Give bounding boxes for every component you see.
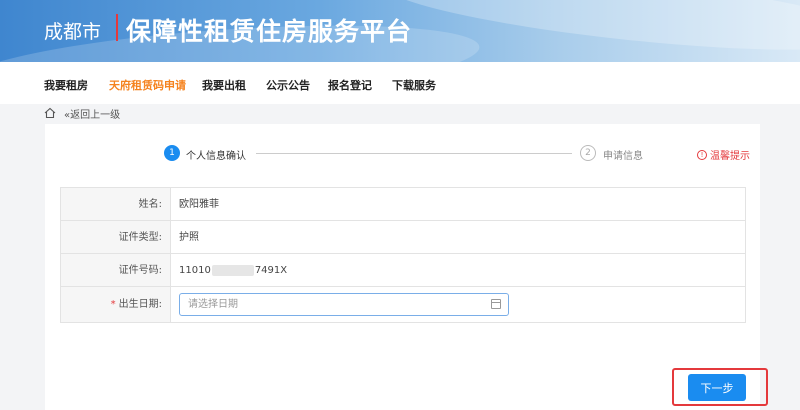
id-number-value: 11010 7491X [171,254,745,286]
nav-item-registration[interactable]: 报名登记 [328,77,372,93]
name-label: 姓名: [61,188,171,220]
personal-info-form: 姓名: 欧阳雅菲 证件类型: 护照 证件号码: 11010 7491X * 出生日… [60,187,746,323]
birth-date-label: * 出生日期: [61,287,171,322]
title-separator [116,14,118,41]
step-2-label: 申请信息 [603,151,643,162]
tip-link[interactable]: ! 温馨提示 [697,147,750,162]
step-1-number: 1 [164,145,180,161]
step-connector [256,153,572,154]
next-step-button[interactable]: 下一步 [688,374,746,401]
info-icon: ! [697,149,707,160]
id-type-label: 证件类型: [61,221,171,253]
breadcrumb: «返回上一级 [44,105,120,121]
id-number-label: 证件号码: [61,254,171,286]
name-value: 欧阳雅菲 [179,198,219,210]
main-nav: 我要租房 天府租赁码申请 我要出租 公示公告 报名登记 下载服务 [0,62,800,104]
birth-date-label-text: 出生日期: [118,299,162,310]
nav-item-rental-code-apply[interactable]: 天府租赁码申请 [109,77,186,93]
required-mark: * [110,299,116,310]
id-number-prefix: 11010 [179,264,211,276]
id-number-row: 证件号码: 11010 7491X [61,254,745,287]
platform-title: 保障性租赁住房服务平台 [126,17,413,46]
tip-label: 温馨提示 [710,151,750,162]
birth-date-placeholder: 请选择日期 [188,299,238,310]
birth-date-input[interactable]: 请选择日期 [179,293,509,316]
id-number-mask [211,264,254,276]
city-name: 成都市 [44,21,102,43]
nav-item-rent-house[interactable]: 我要租房 [44,77,88,93]
step-2-number: 2 [580,145,596,161]
id-type-value: 护照 [179,231,199,243]
back-link[interactable]: «返回上一级 [64,106,120,121]
name-row: 姓名: 欧阳雅菲 [61,188,745,221]
calendar-icon[interactable] [491,299,501,309]
id-number-suffix: 7491X [254,264,288,276]
home-icon[interactable] [44,107,56,119]
step-1-label: 个人信息确认 [186,151,246,162]
header-banner: 成都市 保障性租赁住房服务平台 [0,0,800,62]
nav-item-lease-out[interactable]: 我要出租 [202,77,246,93]
birth-date-row: * 出生日期: 请选择日期 [61,287,745,322]
nav-item-downloads[interactable]: 下载服务 [392,77,436,93]
id-type-row: 证件类型: 护照 [61,221,745,254]
birth-date-cell: 请选择日期 [171,287,745,322]
nav-item-announcements[interactable]: 公示公告 [266,77,310,93]
